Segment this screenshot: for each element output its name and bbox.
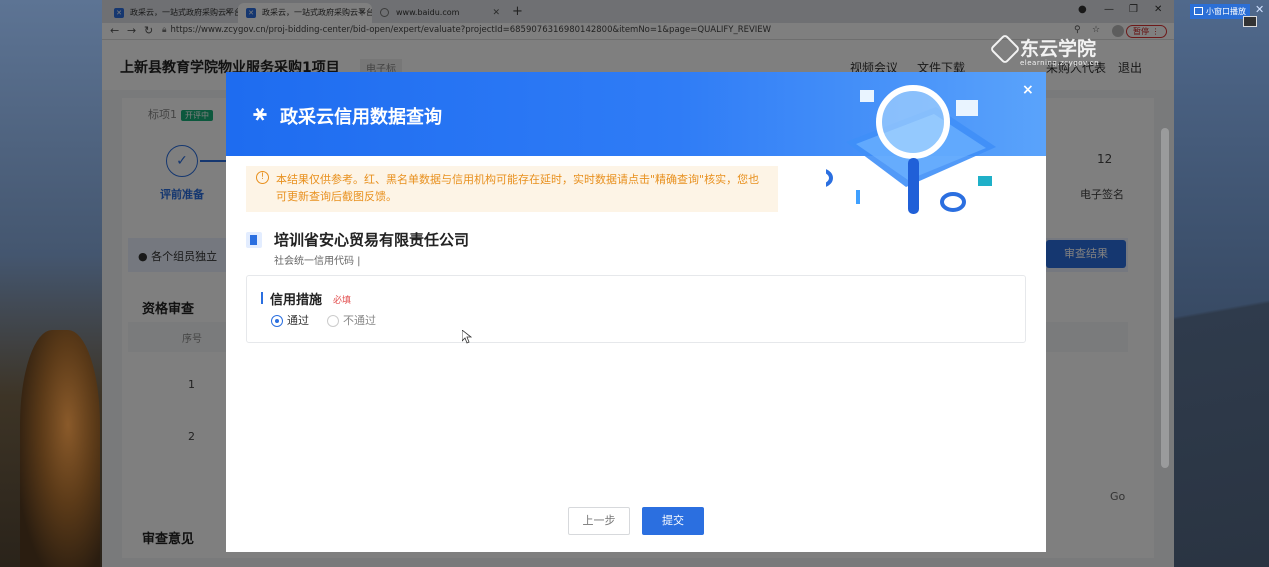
radio-fail[interactable]: 不通过 xyxy=(327,314,376,328)
illus-stack xyxy=(956,100,978,116)
credit-code-label: 社会统一信用代码 | xyxy=(274,256,361,267)
illus-lens xyxy=(876,85,950,159)
modal-title: 政采云信用数据查询 xyxy=(280,107,442,128)
magnifier-illustration xyxy=(826,85,996,214)
picture-in-picture-icon[interactable] xyxy=(1243,16,1257,27)
radio-dot-icon xyxy=(327,315,339,327)
illus-bar-right xyxy=(978,176,992,186)
watermark-main: 东云学院 xyxy=(1020,38,1097,60)
mouse-cursor-icon xyxy=(462,330,472,344)
mini-window-close-icon[interactable]: ✕ xyxy=(1255,3,1264,16)
wallpaper-tree xyxy=(20,330,100,567)
required-badge: 必填 xyxy=(333,296,352,306)
radio-pass-label: 通过 xyxy=(287,314,309,327)
credit-measure-card: 信用措施 必填 通过 不通过 xyxy=(246,275,1026,343)
illus-handle xyxy=(908,158,919,214)
watermark: 东云学院 elearning.zcygov.cn xyxy=(989,33,1100,67)
watermark-sub: elearning.zcygov.cn xyxy=(1020,59,1100,67)
illus-cube xyxy=(860,90,874,102)
illus-ring-right xyxy=(940,192,966,212)
page-scrollbar[interactable] xyxy=(1161,128,1169,468)
zcy-logo-icon: ⚹ xyxy=(253,101,267,126)
credit-measure-title: 信用措施 xyxy=(270,293,323,308)
mini-window-button[interactable]: 小窗口播放 xyxy=(1190,4,1250,19)
wallpaper-mountain xyxy=(1174,250,1269,567)
credit-query-modal: ⚹ 政采云信用数据查询 × ! 本结果仅供参考。红、黑名单数据与信用机构可能存在… xyxy=(226,72,1046,552)
desktop-wallpaper-right xyxy=(1174,0,1269,567)
desktop-wallpaper-left xyxy=(0,0,102,567)
notice-banner: ! 本结果仅供参考。红、黑名单数据与信用机构可能存在延时，实时数据请点击"精确查… xyxy=(246,166,778,212)
submit-button[interactable]: 提交 xyxy=(642,507,704,535)
title-accent-bar xyxy=(261,292,263,304)
notice-text: 本结果仅供参考。红、黑名单数据与信用机构可能存在延时，实时数据请点击"精确查询"… xyxy=(276,173,760,203)
radio-pass[interactable]: 通过 xyxy=(271,314,309,328)
company-name: 培训省安心贸易有限责任公司 xyxy=(274,231,470,249)
radio-dot-icon xyxy=(271,315,283,327)
prev-step-button[interactable]: 上一步 xyxy=(568,507,630,535)
radio-fail-label: 不通过 xyxy=(343,314,376,327)
warning-icon: ! xyxy=(256,171,269,184)
building-icon xyxy=(246,232,262,248)
cursor-shape xyxy=(462,330,472,344)
illus-ring-left xyxy=(826,169,833,187)
window-icon xyxy=(1194,7,1203,15)
modal-close-icon[interactable]: × xyxy=(1022,82,1034,98)
mini-window-label: 小窗口播放 xyxy=(1206,7,1246,16)
illus-bar-left xyxy=(856,190,860,204)
browser-window: ✕ 政采云，一站式政府采购云平台 ✕ ✕ 政采云，一站式政府采购云平台 ✕ ww… xyxy=(102,0,1174,567)
